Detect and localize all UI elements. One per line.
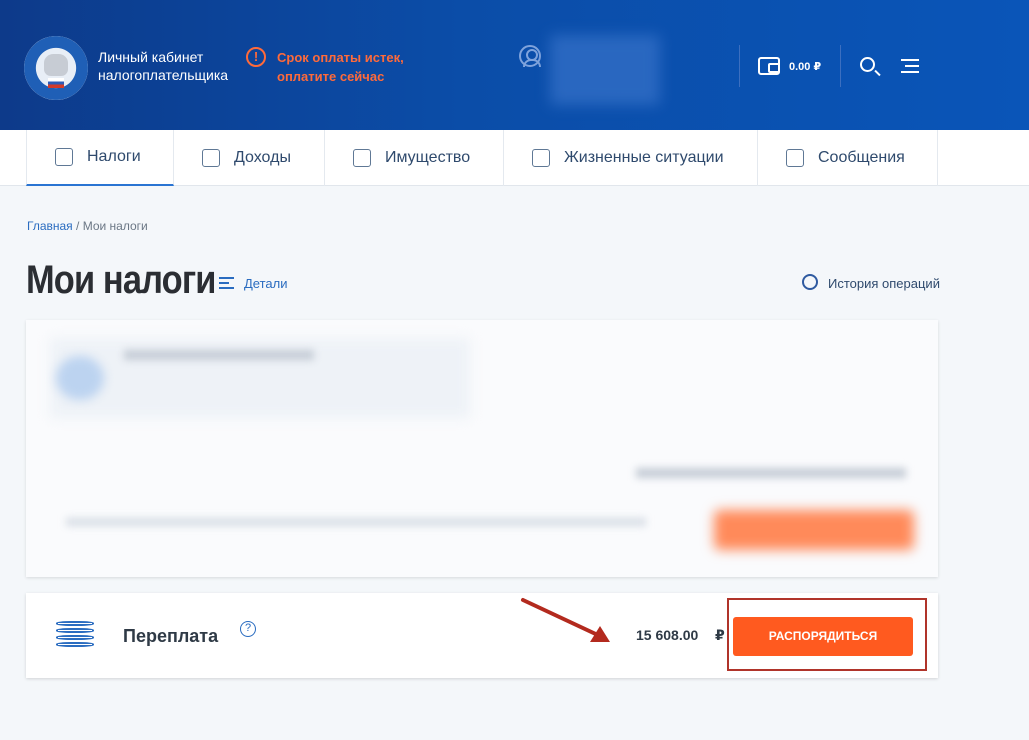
history-icon[interactable] xyxy=(802,274,818,290)
payment-alert-link[interactable]: Срок оплаты истек, оплатите сейчас xyxy=(277,48,404,86)
tab-label: Жизненные ситуации xyxy=(564,149,724,166)
blurred-avatar xyxy=(56,356,104,400)
life-situations-icon xyxy=(532,149,550,167)
overpayment-amount: 15 608.00 xyxy=(636,627,699,643)
coins-icon xyxy=(202,149,220,167)
history-link[interactable]: История операций xyxy=(828,276,940,291)
details-link[interactable]: Детали xyxy=(244,276,288,291)
tab-label: Сообщения xyxy=(818,149,905,166)
help-icon[interactable]: ? xyxy=(240,621,256,637)
tax-doc-icon xyxy=(55,148,73,166)
messages-icon xyxy=(786,149,804,167)
pointer-arrow-icon xyxy=(521,598,610,642)
currency-sign: ₽ xyxy=(715,627,725,643)
menu-icon[interactable] xyxy=(901,59,919,73)
breadcrumb-separator: / xyxy=(72,219,83,233)
search-icon[interactable] xyxy=(860,57,875,72)
alert-line-1: Срок оплаты истек, xyxy=(277,50,404,65)
divider xyxy=(739,45,740,87)
tab-messages[interactable]: Сообщения xyxy=(758,130,938,186)
list-icon[interactable] xyxy=(219,277,234,289)
breadcrumb-home[interactable]: Главная xyxy=(27,219,73,233)
brand-title[interactable]: Личный кабинет налогоплательщика xyxy=(98,48,228,84)
header: Личный кабинет налогоплательщика ! Срок … xyxy=(0,0,1029,130)
tab-label: Имущество xyxy=(385,149,471,166)
tab-property[interactable]: Имущество xyxy=(325,130,504,186)
manage-overpayment-button[interactable]: РАСПОРЯДИТЬСЯ xyxy=(733,617,913,656)
warning-icon: ! xyxy=(246,47,266,67)
balance-value[interactable]: 0.00 ₽ xyxy=(789,60,821,73)
tab-label: Доходы xyxy=(234,149,291,166)
breadcrumb-current: Мои налоги xyxy=(82,219,148,233)
tab-label: Налоги xyxy=(87,148,141,165)
fns-logo[interactable] xyxy=(24,36,88,100)
blurred-pay-button[interactable] xyxy=(714,510,914,550)
tab-taxes[interactable]: Налоги xyxy=(26,130,174,186)
blurred-text xyxy=(636,468,906,478)
brand-line-1: Личный кабинет xyxy=(98,49,204,65)
user-name-blurred[interactable] xyxy=(550,35,660,105)
brand-line-2: налогоплательщика xyxy=(98,67,229,83)
wallet-icon[interactable] xyxy=(758,57,780,75)
blurred-text xyxy=(124,350,314,360)
flag-icon xyxy=(48,78,64,88)
alert-line-2: оплатите сейчас xyxy=(277,69,385,84)
overpayment-label: Переплата xyxy=(123,626,219,646)
tab-life-situations[interactable]: Жизненные ситуации xyxy=(504,130,758,186)
divider xyxy=(840,45,841,87)
eagle-emblem-icon xyxy=(44,54,68,76)
overpayment-card: Переплата ? 15 608.00 ₽ РАСПОРЯДИТЬСЯ xyxy=(26,593,938,678)
tax-summary-card-blurred xyxy=(26,320,938,577)
blurred-text xyxy=(66,518,646,526)
coins-stack-icon xyxy=(56,621,94,651)
page-title: Мои налоги xyxy=(26,258,216,302)
tab-income[interactable]: Доходы xyxy=(174,130,325,186)
main-nav: Налоги Доходы Имущество Жизненные ситуац… xyxy=(0,130,1029,186)
user-icon[interactable] xyxy=(519,45,541,67)
property-icon xyxy=(353,149,371,167)
breadcrumb: Главная / Мои налоги xyxy=(27,219,148,233)
